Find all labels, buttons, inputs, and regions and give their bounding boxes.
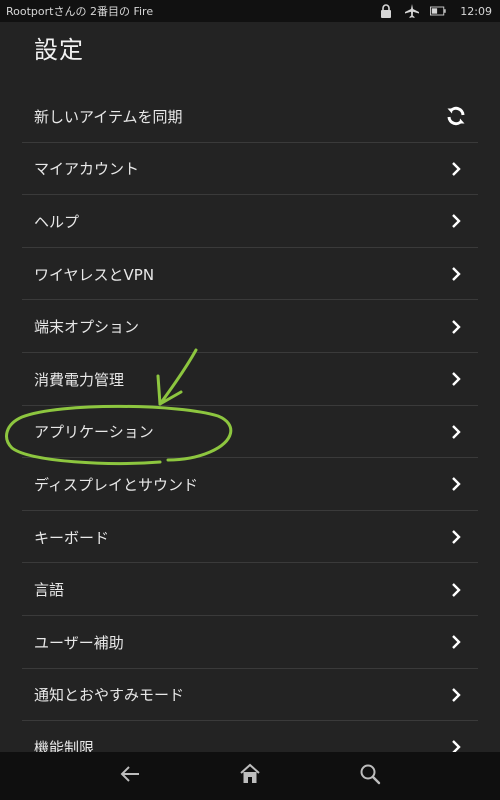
home-button[interactable] <box>230 756 270 796</box>
chevron-right-icon <box>444 262 468 286</box>
airplane-mode-icon <box>404 3 420 19</box>
settings-item-language[interactable]: 言語 <box>0 563 500 616</box>
lock-icon <box>378 3 394 19</box>
settings-item-power-management[interactable]: 消費電力管理 <box>0 353 500 406</box>
chevron-right-icon <box>444 578 468 602</box>
settings-item-wireless-vpn[interactable]: ワイヤレスとVPN <box>0 248 500 301</box>
settings-item-label: ワイヤレスとVPN <box>34 265 155 284</box>
settings-item-notifications[interactable]: 通知とおやすみモード <box>0 669 500 722</box>
chevron-right-icon <box>444 630 468 654</box>
settings-item-label: 機能制限 <box>34 738 95 753</box>
settings-item-label: ユーザー補助 <box>34 633 124 652</box>
settings-item-display-sound[interactable]: ディスプレイとサウンド <box>0 458 500 511</box>
back-arrow-icon <box>118 764 142 788</box>
chevron-right-icon <box>444 735 468 753</box>
navigation-bar <box>0 752 500 800</box>
settings-item-help[interactable]: ヘルプ <box>0 195 500 248</box>
chevron-right-icon <box>444 315 468 339</box>
settings-item-applications[interactable]: アプリケーション <box>0 406 500 459</box>
chevron-right-icon <box>444 683 468 707</box>
status-time: 12:09 <box>460 4 492 18</box>
battery-icon <box>430 3 446 19</box>
status-icons: 12:09 <box>378 3 492 19</box>
chevron-right-icon <box>444 157 468 181</box>
chevron-right-icon <box>444 525 468 549</box>
settings-item-label: ヘルプ <box>34 212 80 231</box>
settings-item-label: 言語 <box>34 581 65 600</box>
settings-item-label: 新しいアイテムを同期 <box>34 107 183 126</box>
chevron-right-icon <box>444 420 468 444</box>
settings-item-keyboard[interactable]: キーボード <box>0 511 500 564</box>
page-title: 設定 <box>34 36 84 64</box>
settings-item-parental-controls[interactable]: 機能制限 <box>0 721 500 753</box>
settings-item-accessibility[interactable]: ユーザー補助 <box>0 616 500 669</box>
settings-screen: Rootportさんの 2番目の Fire 12:09 設定 新しいアイテムを同… <box>0 0 500 800</box>
settings-item-label: 端末オプション <box>34 318 140 337</box>
settings-item-label: キーボード <box>34 528 110 547</box>
chevron-right-icon <box>444 472 468 496</box>
back-button[interactable] <box>110 756 150 796</box>
status-bar: Rootportさんの 2番目の Fire 12:09 <box>0 0 500 22</box>
chevron-right-icon <box>444 209 468 233</box>
settings-item-label: マイアカウント <box>34 160 140 179</box>
settings-item-label: アプリケーション <box>34 423 154 442</box>
search-icon <box>359 763 381 789</box>
settings-item-label: ディスプレイとサウンド <box>34 475 198 494</box>
search-button[interactable] <box>350 756 390 796</box>
settings-item-sync[interactable]: 新しいアイテムを同期 <box>0 90 500 143</box>
device-name: Rootportさんの 2番目の Fire <box>6 5 154 18</box>
settings-list: 新しいアイテムを同期 マイアカウント ヘルプ ワイヤレスとVPN 端末オプション… <box>0 90 500 753</box>
home-icon <box>238 763 262 789</box>
settings-item-label: 通知とおやすみモード <box>34 686 185 705</box>
settings-item-device-options[interactable]: 端末オプション <box>0 300 500 353</box>
settings-item-my-account[interactable]: マイアカウント <box>0 143 500 196</box>
settings-item-label: 消費電力管理 <box>34 370 125 389</box>
sync-icon[interactable] <box>444 104 468 128</box>
header: 設定 <box>0 22 500 88</box>
chevron-right-icon <box>444 367 468 391</box>
